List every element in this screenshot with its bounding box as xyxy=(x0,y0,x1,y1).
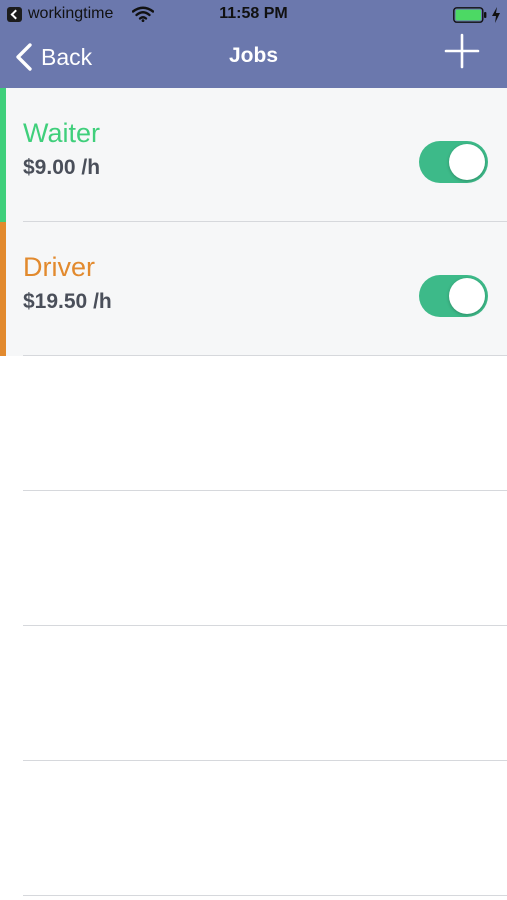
divider xyxy=(23,895,507,896)
job-color-bar xyxy=(0,88,6,222)
job-name: Driver xyxy=(23,252,95,282)
status-bar: workingtime 11:58 PM xyxy=(0,0,507,30)
job-name: Waiter xyxy=(23,118,101,148)
toggle-knob xyxy=(449,144,485,180)
plus-icon[interactable] xyxy=(444,33,480,69)
toggle-knob xyxy=(449,278,485,314)
job-row-driver[interactable]: Driver $19.50 /h xyxy=(0,222,507,356)
charging-bolt-icon xyxy=(492,7,500,23)
empty-row xyxy=(0,491,507,626)
empty-row xyxy=(0,761,507,896)
job-row-waiter[interactable]: Waiter $9.00 /h xyxy=(0,88,507,222)
job-enabled-toggle[interactable] xyxy=(419,275,488,317)
job-color-bar xyxy=(0,222,6,356)
empty-row xyxy=(0,356,507,491)
job-rate: $9.00 /h xyxy=(23,156,101,179)
job-rate: $19.50 /h xyxy=(23,290,112,313)
status-time: 11:58 PM xyxy=(219,5,288,22)
job-enabled-toggle[interactable] xyxy=(419,141,488,183)
page-title: Jobs xyxy=(228,44,278,67)
empty-row xyxy=(0,626,507,761)
jobs-list: Waiter $9.00 /h Driver $19.50 /h xyxy=(0,88,507,896)
battery-icon xyxy=(453,7,487,23)
nav-bar: workingtime 11:58 PM Back Jobs xyxy=(0,0,507,88)
